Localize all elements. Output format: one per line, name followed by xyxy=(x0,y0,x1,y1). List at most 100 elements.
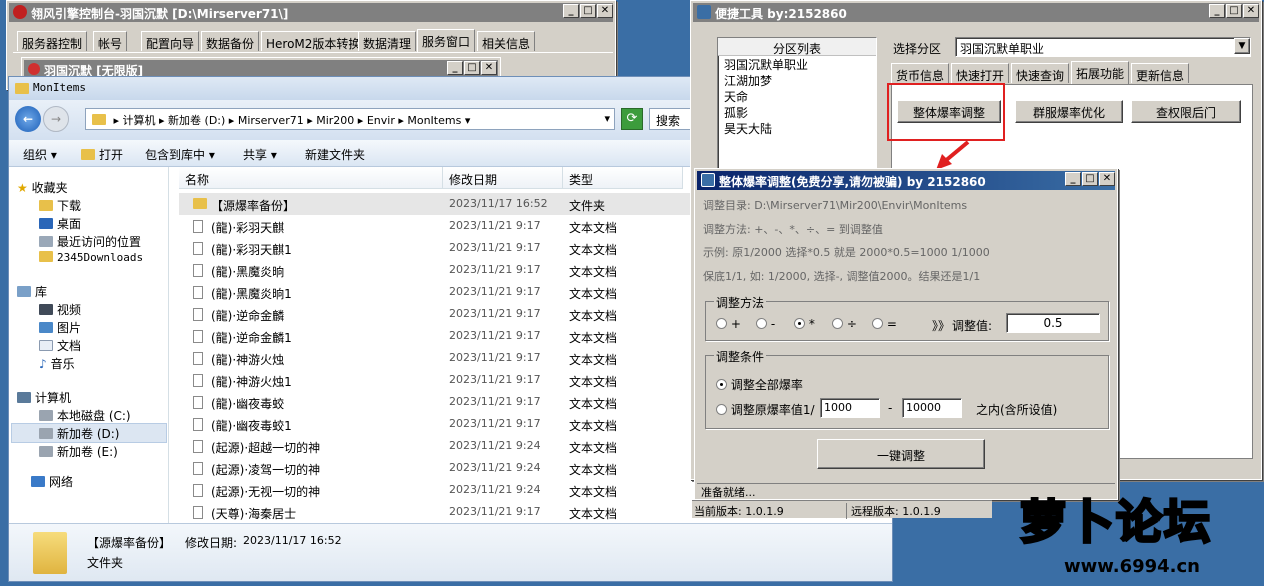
group-droprate-optimize-button[interactable]: 群服爆率优化 xyxy=(1015,100,1123,123)
tool-minimize-button[interactable]: _ xyxy=(1209,4,1225,18)
overall-droprate-button[interactable]: 整体爆率调整 xyxy=(897,100,1001,123)
file-row[interactable]: (天尊)·海秦居士 2023/11/21 9:17 文本文档 xyxy=(179,501,699,523)
dialog-maximize-button[interactable]: □ xyxy=(1082,172,1098,186)
minimize-button[interactable]: _ xyxy=(563,4,579,18)
file-row[interactable]: (龍)·彩羽天麒 2023/11/21 9:17 文本文档 xyxy=(179,215,699,237)
column-header-type[interactable]: 类型 xyxy=(563,167,683,189)
partition-select[interactable]: 羽国沉默单职业 ▼ xyxy=(955,37,1251,57)
file-row[interactable]: (起源)·凌驾一切的神 2023/11/21 9:24 文本文档 xyxy=(179,457,699,479)
nav-favorites[interactable]: ★ 收藏夹 xyxy=(17,179,68,196)
forward-button[interactable]: → xyxy=(43,106,69,132)
new-folder-button[interactable]: 新建文件夹 xyxy=(305,146,365,163)
range-to-input[interactable]: 10000 xyxy=(902,398,962,418)
nav-pictures[interactable]: 图片 xyxy=(39,319,81,336)
range-from-input[interactable]: 1000 xyxy=(820,398,880,418)
cond-radio-all[interactable]: 调整全部爆率 xyxy=(716,376,803,393)
breadcrumb-volume-d[interactable]: 新加卷 (D:) xyxy=(168,114,225,127)
partition-item[interactable]: 昊天大陆 xyxy=(718,120,876,136)
address-box[interactable]: ▸ 计算机 ▸ 新加卷 (D:) ▸ Mirserver71 ▸ Mir200 … xyxy=(85,108,615,130)
file-row[interactable]: (龍)·神游火烛1 2023/11/21 9:17 文本文档 xyxy=(179,369,699,391)
refresh-button[interactable]: ⟳ xyxy=(621,108,643,130)
file-row[interactable]: (龍)·神游火烛 2023/11/21 9:17 文本文档 xyxy=(179,347,699,369)
partition-item[interactable]: 江湖加梦 xyxy=(718,72,876,88)
column-header-name[interactable]: 名称 xyxy=(179,167,443,189)
chevron-down-icon[interactable]: ▼ xyxy=(1234,38,1250,54)
nav-drive-d[interactable]: 新加卷 (D:) xyxy=(39,425,119,442)
nav-drive-e[interactable]: 新加卷 (E:) xyxy=(39,443,118,460)
address-dropdown-icon[interactable]: ▾ xyxy=(604,112,610,125)
dialog-close-button[interactable]: ✕ xyxy=(1099,172,1115,186)
nav-desktop[interactable]: 桌面 xyxy=(39,215,81,232)
nav-computer[interactable]: 计算机 xyxy=(17,389,71,406)
nav-recent[interactable]: 最近访问的位置 xyxy=(39,233,141,250)
include-library-button[interactable]: 包含到库中 ▾ xyxy=(145,146,215,163)
maximize-button[interactable]: □ xyxy=(580,4,596,18)
inner-maximize-button[interactable]: □ xyxy=(464,61,480,75)
back-button[interactable]: ← xyxy=(15,106,41,132)
tab-service-window[interactable]: 服务窗口 xyxy=(417,29,476,52)
tab-data-backup[interactable]: 数据备份 xyxy=(201,31,260,51)
tool-maximize-button[interactable]: □ xyxy=(1226,4,1242,18)
tab-config-wizard[interactable]: 配置向导 xyxy=(141,31,200,51)
file-row[interactable]: (龍)·黑魔炎晌 2023/11/21 9:17 文本文档 xyxy=(179,259,699,281)
nav-2345downloads[interactable]: 2345Downloads xyxy=(39,251,143,264)
op-radio-divide[interactable]: ÷ xyxy=(832,317,857,331)
column-header-date[interactable]: 修改日期 xyxy=(443,167,563,189)
nav-music[interactable]: ♪ 音乐 xyxy=(39,355,75,372)
tab-quick-query[interactable]: 快速查询 xyxy=(1011,63,1070,83)
file-row[interactable]: (龍)·幽夜毒蛟1 2023/11/21 9:17 文本文档 xyxy=(179,413,699,435)
open-button[interactable]: 打开 xyxy=(81,146,123,163)
radio-icon xyxy=(832,318,843,329)
file-row[interactable]: (龍)·幽夜毒蛟 2023/11/21 9:17 文本文档 xyxy=(179,391,699,413)
breadcrumb-mir200[interactable]: Mir200 xyxy=(316,114,354,127)
file-row[interactable]: (龍)·黑魔炎晌1 2023/11/21 9:17 文本文档 xyxy=(179,281,699,303)
file-row[interactable]: (龍)·彩羽天麒1 2023/11/21 9:17 文本文档 xyxy=(179,237,699,259)
dialog-minimize-button[interactable]: _ xyxy=(1065,172,1081,186)
adjust-value-input[interactable]: 0.5 xyxy=(1006,313,1100,333)
op-radio-plus[interactable]: + xyxy=(716,317,741,331)
inner-close-button[interactable]: ✕ xyxy=(481,61,497,75)
tab-herom2-convert[interactable]: HeroM2版本转换 xyxy=(261,31,366,51)
cond-radio-range[interactable]: 调整原爆率值1/ xyxy=(716,401,815,418)
file-row[interactable]: (龍)·逆命金麟1 2023/11/21 9:17 文本文档 xyxy=(179,325,699,347)
tab-related-info[interactable]: 相关信息 xyxy=(477,31,536,51)
nav-downloads[interactable]: 下载 xyxy=(39,197,81,214)
text-file-icon xyxy=(193,220,203,233)
organize-button[interactable]: 组织 ▾ xyxy=(23,146,57,163)
partition-item[interactable]: 羽国沉默单职业 xyxy=(718,56,876,72)
nav-network[interactable]: 网络 xyxy=(31,473,73,490)
nav-documents[interactable]: 文档 xyxy=(39,337,81,354)
partition-item[interactable]: 天命 xyxy=(718,88,876,104)
breadcrumb-monitems[interactable]: MonItems xyxy=(407,114,461,127)
file-row[interactable]: (起源)·超越一切的神 2023/11/21 9:24 文本文档 xyxy=(179,435,699,457)
op-radio-minus[interactable]: - xyxy=(756,317,775,331)
share-button[interactable]: 共享 ▾ xyxy=(243,146,277,163)
tab-update-info[interactable]: 更新信息 xyxy=(1131,63,1190,83)
breadcrumb-mirserver71[interactable]: Mirserver71 xyxy=(238,114,304,127)
file-type: 文本文档 xyxy=(569,265,618,279)
nav-libraries[interactable]: 库 xyxy=(17,283,47,300)
tab-currency-info[interactable]: 货币信息 xyxy=(891,63,950,83)
nav-videos[interactable]: 视频 xyxy=(39,301,81,318)
tab-quick-open[interactable]: 快速打开 xyxy=(951,63,1010,83)
partition-item[interactable]: 孤影 xyxy=(718,104,876,120)
op-radio-equal[interactable]: = xyxy=(872,317,897,331)
one-click-adjust-button[interactable]: 一键调整 xyxy=(817,439,985,469)
tab-data-clean[interactable]: 数据清理 xyxy=(358,31,417,51)
check-backdoor-button[interactable]: 查权限后门 xyxy=(1131,100,1241,123)
breadcrumb-envir[interactable]: Envir xyxy=(367,114,395,127)
tab-server-control[interactable]: 服务器控制 xyxy=(17,31,88,51)
breadcrumb-computer[interactable]: 计算机 xyxy=(123,114,156,127)
tool-close-button[interactable]: ✕ xyxy=(1243,4,1259,18)
inner-minimize-button[interactable]: _ xyxy=(447,61,463,75)
file-row[interactable]: (起源)·无视一切的神 2023/11/21 9:24 文本文档 xyxy=(179,479,699,501)
file-row[interactable]: 【源爆率备份】 2023/11/17 16:52 文件夹 xyxy=(179,193,699,215)
op-radio-multiply[interactable]: * xyxy=(794,317,815,331)
tab-extensions[interactable]: 拓展功能 xyxy=(1071,61,1130,84)
file-type: 文本文档 xyxy=(569,397,618,411)
file-row[interactable]: (龍)·逆命金麟 2023/11/21 9:17 文本文档 xyxy=(179,303,699,325)
tab-account[interactable]: 帐号 xyxy=(93,31,128,51)
close-button[interactable]: ✕ xyxy=(597,4,613,18)
file-name: (天尊)·海秦居士 xyxy=(211,507,297,521)
nav-drive-c[interactable]: 本地磁盘 (C:) xyxy=(39,407,131,424)
